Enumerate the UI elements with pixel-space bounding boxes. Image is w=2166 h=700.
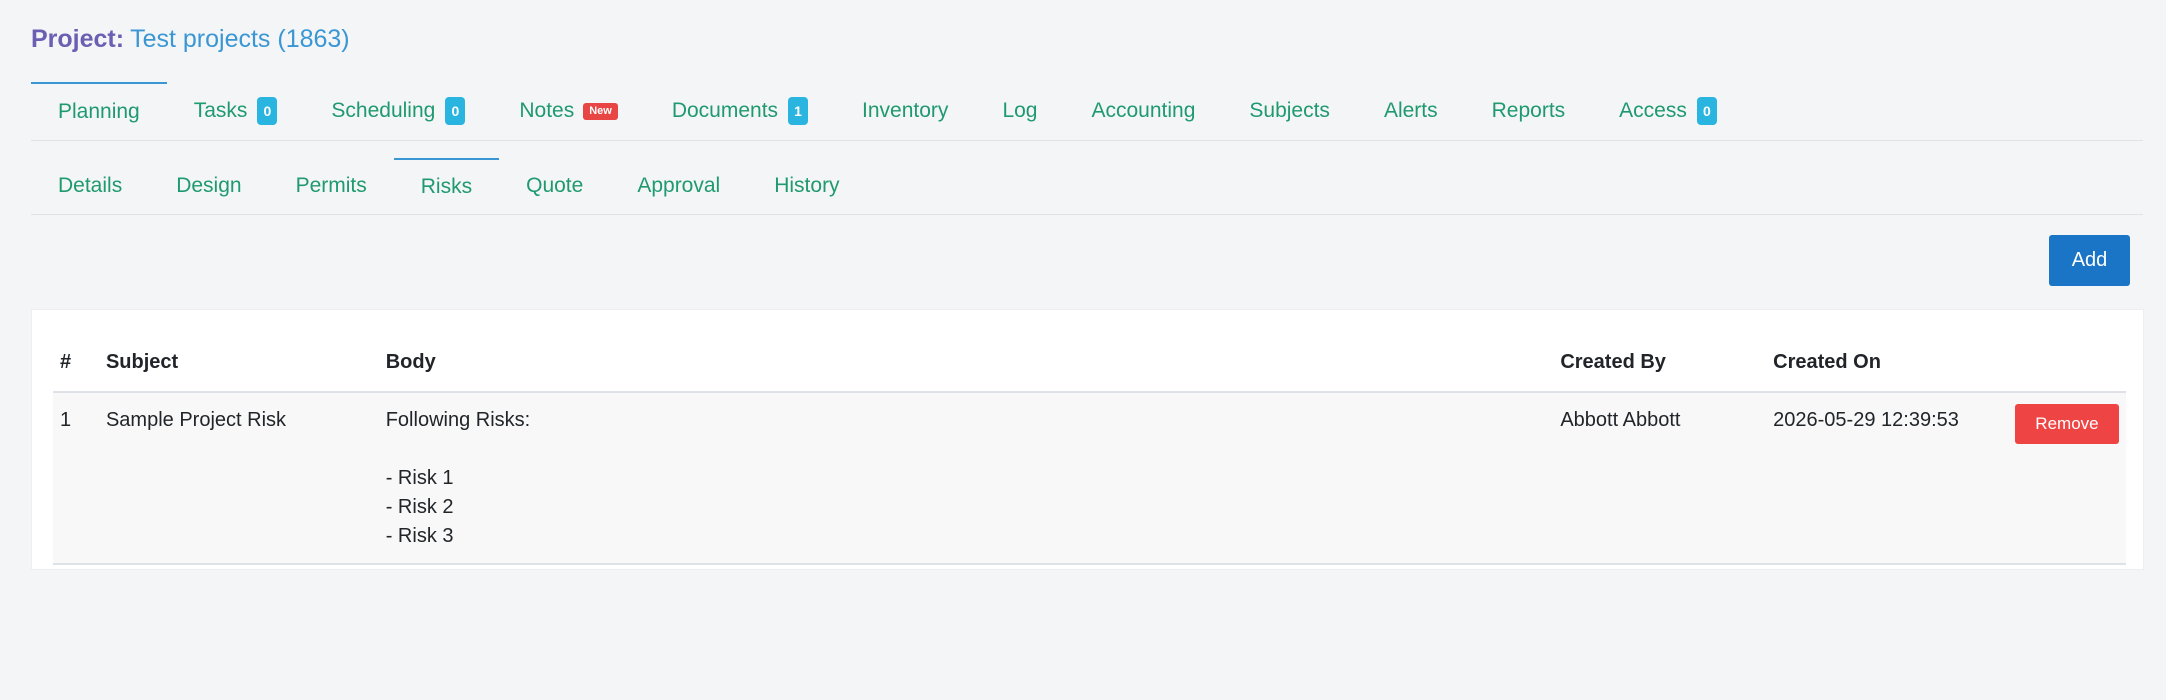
column-header-number: # [53,333,99,393]
page: Project: Test projects (1863) Planning Ta… [0,0,2166,700]
table-row: 1 Sample Project Risk Following Risks: -… [53,392,2126,565]
tab-subjects[interactable]: Subjects [1222,82,1357,140]
tab-label: Alerts [1383,99,1438,122]
count-badge: 0 [445,97,466,125]
page-title: Project: Test projects (1863) [31,22,350,56]
cell-subject: Sample Project Risk [98,392,379,565]
secondary-tabs: Details Design Permits Risks Quote Appro… [31,158,2143,215]
remove-button[interactable]: Remove [2014,404,2119,444]
tab-design[interactable]: Design [149,158,268,214]
tab-accounting[interactable]: Accounting [1064,82,1222,140]
tab-label: Notes [519,99,575,122]
tab-documents[interactable]: Documents 1 [645,82,835,140]
tab-label: History [774,174,840,197]
risks-card: # Subject Body Created By Created On 1 S… [31,309,2144,570]
tab-label: Scheduling [331,99,436,122]
tab-label: Access [1619,99,1687,122]
column-header-created-by: Created By [1553,333,1767,393]
tab-risks[interactable]: Risks [393,158,500,214]
table-header-row: # Subject Body Created By Created On [53,333,2126,393]
tab-label: Quote [526,174,584,197]
tab-notes[interactable]: Notes New [492,82,644,140]
tab-label: Reports [1491,99,1566,122]
tab-label: Log [1002,99,1038,122]
primary-tabs: Planning Tasks 0 Scheduling 0 Notes New … [31,82,2143,141]
tab-label: Risks [420,175,473,198]
cell-actions: Remove [2007,392,2126,565]
tab-alerts[interactable]: Alerts [1357,82,1465,140]
cell-created-on: 2026-05-29 12:39:53 [1766,392,2008,565]
cell-number: 1 [53,392,99,565]
tab-scheduling[interactable]: Scheduling 0 [304,82,492,140]
tab-label: Approval [637,174,721,197]
cell-created-by: Abbott Abbott [1553,392,1767,565]
tab-label: Permits [295,174,367,197]
tab-planning[interactable]: Planning [31,82,167,140]
tab-approval[interactable]: Approval [610,158,747,214]
tab-label: Details [58,174,123,197]
column-header-subject: Subject [98,333,379,393]
tab-label: Subjects [1249,99,1330,122]
column-header-created-on: Created On [1766,333,2008,393]
tab-history[interactable]: History [747,158,866,214]
tab-label: Tasks [193,99,248,122]
add-button[interactable]: Add [2049,235,2130,286]
risks-table: # Subject Body Created By Created On 1 S… [53,333,2126,565]
tab-access[interactable]: Access 0 [1592,82,1744,140]
column-header-body: Body [378,333,1554,393]
tab-quote[interactable]: Quote [499,158,610,214]
project-label: Project: [31,25,125,53]
column-header-actions [2007,333,2126,393]
count-badge: 1 [788,97,809,125]
tab-details[interactable]: Details [31,158,149,214]
tab-inventory[interactable]: Inventory [835,82,975,140]
tab-label: Inventory [862,99,949,122]
tab-reports[interactable]: Reports [1465,82,1593,140]
count-badge: 0 [257,97,278,125]
tab-tasks[interactable]: Tasks 0 [167,82,305,140]
tab-label: Design [176,174,242,197]
tab-label: Planning [58,100,140,123]
cell-body: Following Risks: - Risk 1 - Risk 2 - Ris… [378,392,1554,565]
tab-permits[interactable]: Permits [269,158,394,214]
count-badge: 0 [1696,97,1717,125]
new-badge: New [583,102,618,120]
tab-log[interactable]: Log [975,82,1064,140]
tab-label: Accounting [1091,99,1196,122]
project-name: Test projects (1863) [130,25,350,53]
tab-label: Documents [671,99,779,122]
